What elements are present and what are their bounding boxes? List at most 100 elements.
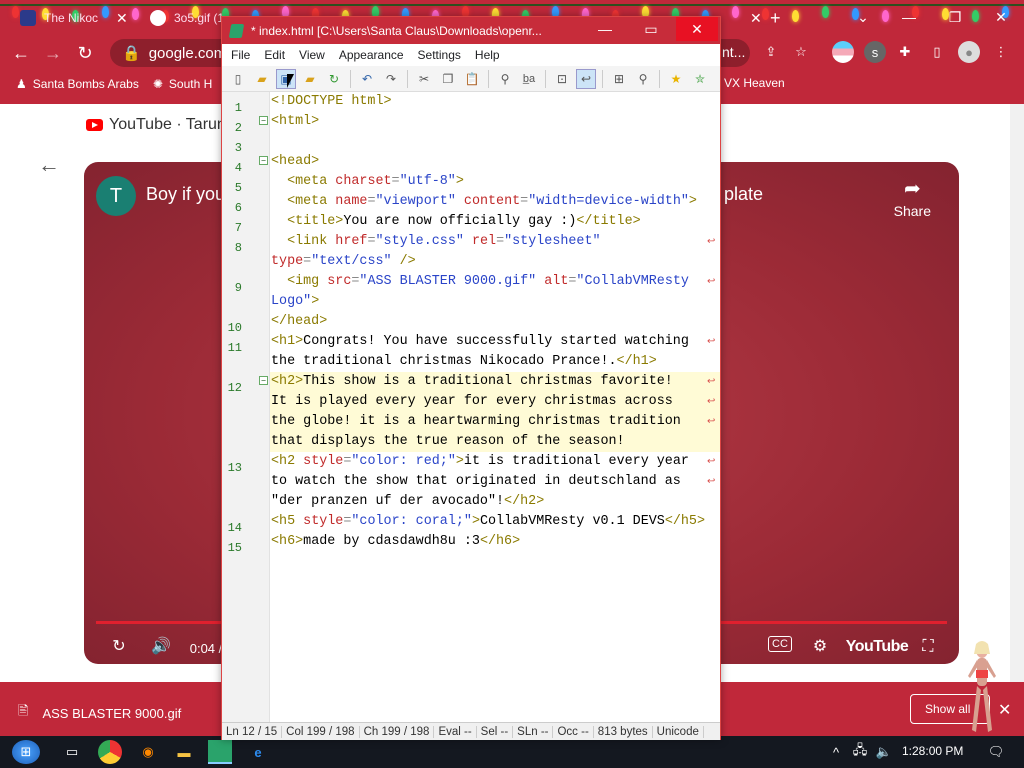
extension-flag-icon[interactable] [832, 41, 854, 63]
share-button[interactable]: ➦ Share [894, 176, 931, 219]
page-scrollbar[interactable] [1010, 104, 1024, 682]
undo-icon[interactable]: ↶ [357, 69, 377, 89]
bookmark-item[interactable]: ♟ Santa Bombs Arabs [16, 77, 139, 91]
bookmark-item[interactable]: ✺ South H [153, 77, 212, 91]
new-tab-button[interactable]: + [760, 4, 791, 32]
replay-icon[interactable]: ↻ [106, 636, 132, 656]
dancing-figure-image [968, 641, 996, 732]
menu-appearance[interactable]: Appearance [332, 48, 411, 62]
file-icon: 🖹 [18, 703, 29, 718]
sidepanel-icon[interactable]: ▯ [926, 41, 948, 63]
browse-folder-icon[interactable]: ▰ [300, 69, 320, 89]
maximize-button[interactable]: ▭ [630, 17, 672, 41]
view-icon[interactable]: ⊡ [552, 69, 572, 89]
address-overflow-text: nt... [722, 44, 746, 60]
bookmark-icon: ♟ [16, 77, 27, 91]
speaker-icon[interactable]: 🔈 [872, 740, 896, 764]
cut-icon[interactable]: ✂ [414, 69, 434, 89]
mouse-cursor-icon [287, 74, 301, 88]
chrome-taskbar-icon[interactable] [98, 740, 122, 764]
find-icon[interactable]: ⚲ [495, 69, 515, 89]
star-icon[interactable]: ☆ [790, 41, 812, 63]
fullscreen-icon[interactable]: ⛶ [916, 638, 940, 656]
share-icon[interactable]: ⇪ [760, 41, 782, 63]
minimize-button[interactable]: — [886, 4, 932, 30]
restore-button[interactable]: ❐ [932, 4, 978, 30]
fold-toggle-icon[interactable]: − [259, 156, 268, 165]
line-number: 15 [227, 541, 242, 555]
gear-icon[interactable]: ⚙ [808, 636, 832, 656]
notepad2-taskbar-icon[interactable] [208, 740, 232, 764]
code-editor[interactable]: <!DOCTYPE html> <html> <head> <meta char… [270, 92, 720, 726]
close-window-button[interactable]: ✕ [676, 17, 718, 41]
code-line: <h2>This show is a traditional christmas… [271, 374, 673, 389]
open-folder-icon[interactable]: ▰ [252, 69, 272, 89]
system-clock[interactable]: 1:28:00 PM [902, 744, 963, 758]
menu-view[interactable]: View [292, 48, 332, 62]
status-bar: Ln 12 / 15 Col 199 / 198 Ch 199 / 198 Ev… [222, 722, 720, 740]
replace-icon[interactable]: b̲a [519, 69, 539, 89]
task-view-icon[interactable]: ▭ [60, 740, 84, 764]
wrap-indicator-icon: ↩ [707, 336, 716, 347]
back-icon[interactable]: ← [8, 40, 34, 66]
extension-s-icon[interactable]: s [864, 41, 886, 63]
line-number: 13 [227, 461, 242, 475]
bookmark-item[interactable]: VX Heaven [724, 76, 785, 90]
code-line: <h6>made by cdasdawdh8u :3</h6> [271, 534, 521, 549]
close-icon[interactable]: ✕ [998, 700, 1011, 720]
download-item[interactable]: 🖹 ASS BLASTER 9000.gif ^ [18, 702, 231, 724]
network-icon[interactable]: 🖧 [848, 740, 872, 764]
fold-toggle-icon[interactable]: − [259, 116, 268, 125]
notification-icon[interactable]: 🗨 [984, 740, 1008, 764]
line-number: 3 [234, 141, 242, 155]
favorites-star-icon[interactable]: ★ [666, 69, 686, 89]
close-window-button[interactable]: ✕ [978, 4, 1024, 30]
youtube-brand[interactable]: YouTube [842, 638, 912, 656]
add-favorite-icon[interactable]: ✮ [690, 69, 710, 89]
back-arrow-icon[interactable]: ← [38, 152, 60, 178]
copy-icon[interactable]: ❐ [438, 69, 458, 89]
menu-file[interactable]: File [224, 48, 257, 62]
status-encoding[interactable]: Unicode [653, 725, 704, 738]
file-explorer-icon[interactable]: ▬ [172, 740, 196, 764]
line-number: 5 [234, 181, 242, 195]
channel-avatar[interactable]: T [96, 176, 136, 216]
refresh-icon[interactable]: ↻ [324, 69, 344, 89]
menu-help[interactable]: Help [468, 48, 507, 62]
menu-settings[interactable]: Settings [411, 48, 468, 62]
puzzle-icon[interactable]: ✚ [894, 41, 916, 63]
zoom-out-icon[interactable]: ⚲ [633, 69, 653, 89]
menu-icon[interactable]: ⋮ [990, 41, 1012, 63]
new-file-icon[interactable]: ▯ [228, 69, 248, 89]
lock-icon: 🔒 [122, 45, 141, 62]
close-icon[interactable]: ✕ [116, 10, 128, 27]
word-wrap-icon[interactable]: ↩ [576, 68, 596, 89]
code-line: </head> [271, 314, 328, 329]
minimize-button[interactable]: — [584, 17, 626, 41]
chevron-up-icon[interactable]: ^ [824, 740, 848, 764]
redo-icon[interactable]: ↷ [381, 69, 401, 89]
line-number: 8 [234, 241, 242, 255]
tab-search-icon[interactable]: ⌄ [840, 4, 886, 30]
source-label: YouTube · Tarun [109, 116, 226, 133]
notepad2-window[interactable]: * index.html [C:\Users\Santa Claus\Downl… [221, 16, 721, 740]
firefox-taskbar-icon[interactable]: ◉ [136, 740, 160, 764]
video-source[interactable]: YouTube · Tarun [86, 116, 226, 134]
ie-taskbar-icon[interactable]: e [246, 740, 270, 764]
browser-tab-1[interactable]: The Nikoc ✕ [10, 4, 138, 32]
code-line: <h1>Congrats! You have successfully star… [271, 334, 689, 349]
code-line: to watch the show that originated in deu… [271, 474, 681, 489]
volume-icon[interactable]: 🔊 [148, 636, 174, 656]
paste-icon[interactable]: 📋 [462, 69, 482, 89]
captions-icon[interactable]: CC [768, 636, 792, 652]
forward-icon[interactable]: → [40, 40, 66, 66]
start-button[interactable]: ⊞ [12, 740, 40, 764]
menu-edit[interactable]: Edit [257, 48, 292, 62]
avatar[interactable]: ● [958, 41, 980, 63]
video-title[interactable]: Boy if you [146, 184, 225, 205]
reload-icon[interactable]: ↻ [72, 40, 98, 66]
zoom-in-icon[interactable]: ⊞ [609, 69, 629, 89]
bookmark-label: South H [168, 77, 213, 91]
fold-toggle-icon[interactable]: − [259, 376, 268, 385]
browser-tab-2[interactable]: 3o5.gif (1 [140, 4, 234, 32]
